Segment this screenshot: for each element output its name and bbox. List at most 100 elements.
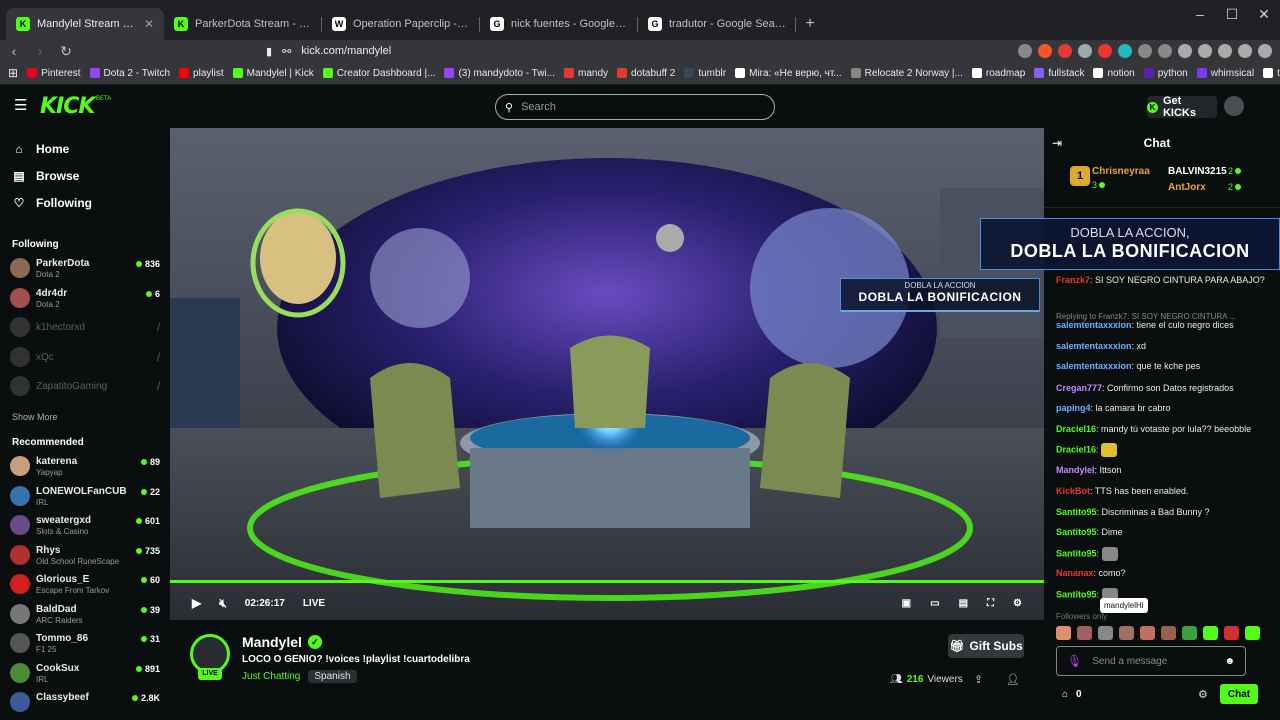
menu-icon[interactable]: [1258, 44, 1272, 58]
extension-icon[interactable]: [1198, 44, 1212, 58]
url-field[interactable]: ▮ ⚯ kick.com/mandylel: [86, 41, 824, 61]
chat-username[interactable]: Santito95: [1056, 548, 1097, 558]
emote-icon[interactable]: [1056, 626, 1071, 640]
theater-mode-icon[interactable]: ▤: [959, 598, 968, 609]
browser-tab[interactable]: W Operation Paperclip - Wikipedia: [322, 8, 480, 40]
chat-username[interactable]: Cregan777: [1056, 383, 1102, 393]
channel-item[interactable]: katerena Yapyap 89: [10, 454, 160, 482]
emote-icon[interactable]: [1140, 626, 1155, 640]
emote-icon[interactable]: [1077, 626, 1092, 640]
bookmark-item[interactable]: dotabuff 2: [617, 68, 675, 79]
leader-name[interactable]: Chrisneyraa: [1092, 166, 1150, 177]
channel-points[interactable]: ⌂ 0: [1062, 689, 1082, 700]
bookmark-item[interactable]: mandy: [564, 68, 608, 79]
bookmark-item[interactable]: Creator Dashboard |...: [322, 68, 435, 79]
search-input[interactable]: ⚲ Search: [495, 94, 775, 120]
play-icon[interactable]: ▶: [192, 596, 201, 610]
extension-icon[interactable]: [1118, 44, 1132, 58]
mute-icon[interactable]: 🔇︎: [219, 596, 227, 611]
channel-item[interactable]: 4dr4dr Dota 2 6: [10, 286, 160, 314]
new-tab-button[interactable]: +: [796, 8, 824, 40]
language-tag[interactable]: Spanish: [308, 670, 357, 683]
live-progress-bar[interactable]: [170, 580, 1044, 583]
channel-item[interactable]: Tommo_86 F1 25 31: [10, 631, 160, 659]
emote-icon[interactable]: [1119, 626, 1134, 640]
bookmark-item[interactable]: Relocate 2 Norway |...: [850, 68, 963, 79]
bookmark-item[interactable]: fullstack: [1034, 68, 1084, 79]
emote-icon[interactable]: [1224, 626, 1239, 640]
chat-username[interactable]: Santito95: [1056, 507, 1097, 517]
minimize-icon[interactable]: –: [1184, 6, 1216, 23]
chat-username[interactable]: Nananax: [1056, 568, 1094, 578]
kick-logo[interactable]: KICK: [40, 94, 95, 119]
follow-icon[interactable]: 👤︎: [1006, 673, 1020, 686]
bookmark-item[interactable]: (3) mandydoto - Twi...: [444, 68, 555, 79]
profile-avatar[interactable]: [1224, 96, 1244, 116]
channel-item[interactable]: Classybeef 2.8K: [10, 690, 160, 718]
chat-username[interactable]: Mandylel: [1056, 465, 1095, 475]
bookmark-item[interactable]: tumblr: [684, 68, 726, 79]
browser-tab[interactable]: Gnick fuentes - Google Search: [480, 8, 638, 40]
browser-tab[interactable]: K ParkerDota Stream - Watch Live on K: [164, 8, 322, 40]
settings-icon[interactable]: ⚙: [1013, 598, 1022, 609]
chat-username[interactable]: Draciel16: [1056, 444, 1096, 454]
site-info-icon[interactable]: ⚯: [282, 45, 291, 58]
bookmark-item[interactable]: notion: [1093, 68, 1135, 79]
emote-icon[interactable]: [1182, 626, 1197, 640]
extension-icon[interactable]: [1158, 44, 1172, 58]
brave-rewards-icon[interactable]: [1058, 44, 1072, 58]
bookmark-item[interactable]: Mandylel | Kick: [232, 68, 314, 79]
share-icon[interactable]: ⇪: [974, 673, 983, 686]
miniplayer-icon[interactable]: ▭: [930, 598, 939, 609]
show-more-link[interactable]: Show More: [12, 412, 58, 422]
emote-icon[interactable]: [1098, 626, 1113, 640]
chat-username[interactable]: salemtentaxxxion: [1056, 320, 1132, 330]
leader-name[interactable]: BALVIN3215: [1168, 166, 1227, 177]
chat-settings-icon[interactable]: ⚙: [1198, 688, 1208, 701]
emote-icon[interactable]: [1203, 626, 1218, 640]
chat-username[interactable]: Draciel16: [1056, 424, 1096, 434]
clip-icon[interactable]: ▣: [902, 598, 911, 609]
bookmark-item[interactable]: Mira: «Не верю, чт...: [735, 68, 842, 79]
channel-item[interactable]: CookSux IRL 891: [10, 661, 160, 689]
emoji-icon[interactable]: ☻: [1224, 656, 1235, 667]
vpn-icon[interactable]: [1238, 44, 1252, 58]
forward-icon[interactable]: ›: [34, 43, 46, 59]
sidebar-item-following[interactable]: ♡ Following: [12, 196, 92, 210]
chat-username[interactable]: Santito95: [1056, 527, 1097, 537]
browser-tab[interactable]: K Mandylel Stream - Watch Live on ✕: [6, 8, 164, 40]
video-player[interactable]: DOBLA LA ACCION DOBLA LA BONIFICACION ▶ …: [170, 128, 1044, 620]
get-kicks-button[interactable]: K Get KICKs: [1147, 95, 1217, 119]
fullscreen-icon[interactable]: ⛶: [987, 598, 994, 609]
channel-item[interactable]: xQc ⧸: [10, 345, 160, 373]
brave-shield-icon[interactable]: [1038, 44, 1052, 58]
chat-username[interactable]: Santito95: [1056, 589, 1097, 599]
back-icon[interactable]: ‹: [8, 43, 20, 59]
bookmark-item[interactable]: tldraw: [1263, 68, 1280, 79]
bookmark-icon[interactable]: ▮: [266, 45, 272, 58]
bookmark-item[interactable]: Dota 2 - Twitch: [89, 68, 170, 79]
reload-icon[interactable]: ↻: [60, 43, 72, 60]
channel-item[interactable]: k1hectorxd ⧸: [10, 315, 160, 343]
leader-name[interactable]: AntJorx: [1168, 182, 1206, 193]
sidebar-icon[interactable]: [1178, 44, 1192, 58]
sidebar-item-home[interactable]: ⌂ Home: [12, 142, 69, 156]
chat-username[interactable]: salemtentaxxxion: [1056, 361, 1132, 371]
bookmark-item[interactable]: python: [1143, 68, 1188, 79]
mic-icon[interactable]: 🎙︎: [1067, 654, 1082, 668]
share-icon[interactable]: [1018, 44, 1032, 58]
extension-icon[interactable]: [1138, 44, 1152, 58]
channel-item[interactable]: ParkerDota Dota 2 836: [10, 256, 160, 284]
close-window-icon[interactable]: ✕: [1248, 6, 1280, 23]
channel-item[interactable]: ZapatitoGaming ⧸: [10, 374, 160, 402]
browser-tab[interactable]: Gtradutor - Google Search: [638, 8, 796, 40]
apps-icon[interactable]: ⊞: [8, 66, 18, 80]
extension-icon[interactable]: [1078, 44, 1092, 58]
bookmark-item[interactable]: whimsical: [1196, 68, 1254, 79]
channel-item[interactable]: BaldDad ARC Raiders 39: [10, 602, 160, 630]
menu-icon[interactable]: ☰: [14, 98, 28, 113]
bookmark-item[interactable]: playlist: [179, 68, 224, 79]
chat-username[interactable]: KickBot: [1056, 486, 1090, 496]
chat-input[interactable]: 🎙︎ Send a message ☻: [1056, 646, 1246, 676]
channel-item[interactable]: Rhys Old School RuneScape 735: [10, 543, 160, 571]
